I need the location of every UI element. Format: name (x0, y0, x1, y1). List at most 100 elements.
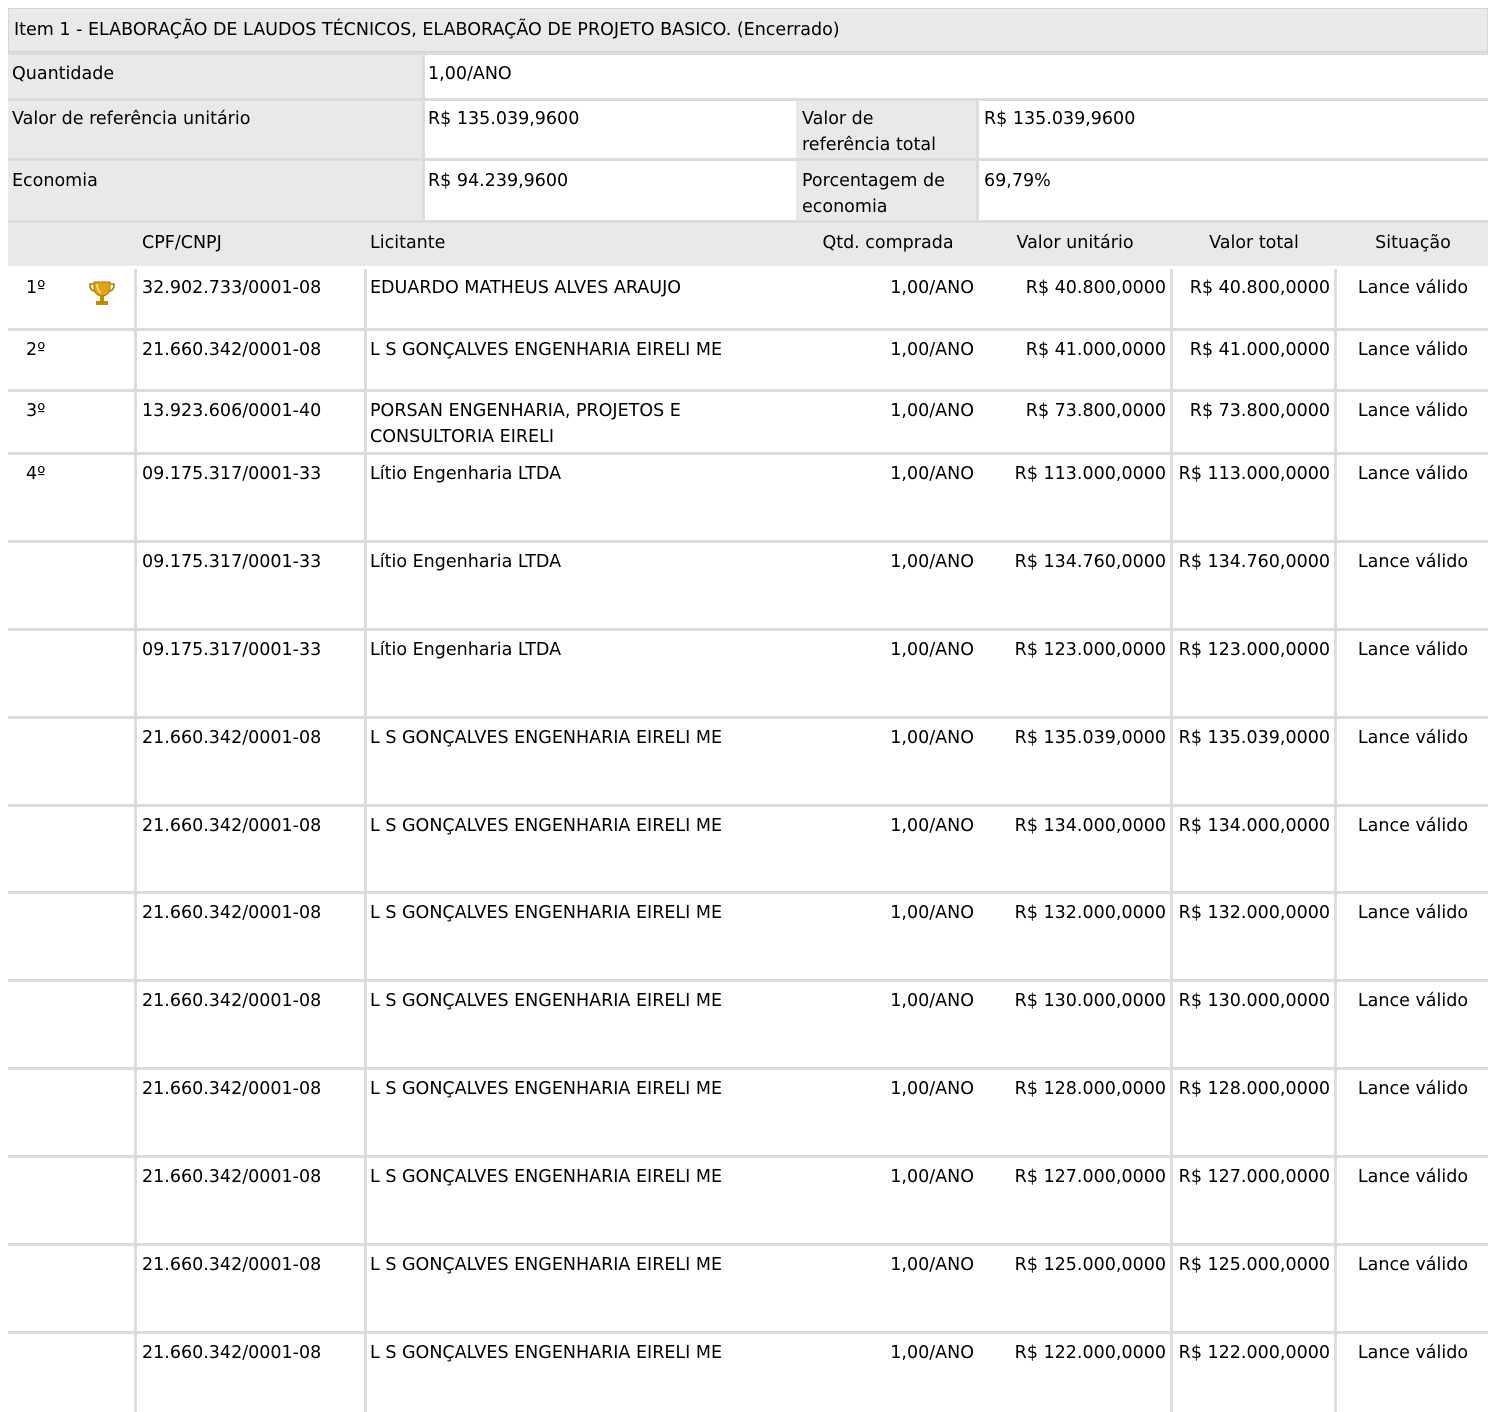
quantidade-value: 1,00/ANO (428, 64, 512, 84)
divider (364, 543, 367, 628)
licitante-cell: L S GONÇALVES ENGENHARIA EIRELI ME (370, 991, 723, 1011)
valor-unitario-cell: R$ 135.039,0000 (1014, 728, 1166, 748)
divider (1334, 543, 1337, 628)
situacao-cell: Lance válido (1357, 640, 1469, 660)
valor-unitario-cell: R$ 122.000,0000 (1014, 1343, 1166, 1363)
divider (134, 455, 137, 540)
divider (134, 392, 137, 452)
qtd-cell: 1,00/ANO (890, 728, 974, 748)
divider (422, 55, 425, 220)
situacao-cell: Lance válido (1357, 1079, 1469, 1099)
qtd-cell: 1,00/ANO (890, 1079, 974, 1099)
ref-total-value: R$ 135.039,9600 (984, 109, 1136, 129)
valor-total-cell: R$ 123.000,0000 (1178, 640, 1330, 660)
valor-total-cell: R$ 73.800,0000 (1189, 401, 1330, 421)
valor-unitario-cell: R$ 40.800,0000 (1025, 278, 1166, 298)
pct-value: 69,79% (984, 171, 1051, 191)
divider (8, 979, 1488, 982)
situacao-cell: Lance válido (1357, 1255, 1469, 1275)
divider (1170, 1070, 1173, 1155)
divider (1170, 392, 1173, 452)
divider (364, 894, 367, 979)
divider (134, 807, 137, 891)
cpf-cnpj-cell: 09.175.317/0001-33 (142, 552, 322, 572)
licitante-cell: EDUARDO MATHEUS ALVES ARAUJO (370, 278, 682, 298)
valor-unitario-cell: R$ 41.000,0000 (1025, 340, 1166, 360)
divider (134, 331, 137, 389)
licitante-cell: L S GONÇALVES ENGENHARIA EIRELI ME (370, 1167, 723, 1187)
divider (8, 1243, 1488, 1246)
licitante-cell: L S GONÇALVES ENGENHARIA EIRELI ME (370, 1255, 723, 1275)
divider (134, 631, 137, 716)
cpf-cnpj-cell: 21.660.342/0001-08 (142, 1167, 322, 1187)
divider (8, 452, 1488, 455)
situacao-cell: Lance válido (1357, 401, 1469, 421)
divider (364, 982, 367, 1067)
valor-total-cell: R$ 127.000,0000 (1178, 1167, 1330, 1187)
divider (1170, 982, 1173, 1067)
divider (134, 1334, 137, 1412)
valor-total-cell: R$ 128.000,0000 (1178, 1079, 1330, 1099)
divider (1170, 719, 1173, 804)
divider (1334, 269, 1337, 328)
ref-unit-label: Valor de referência unitário (12, 109, 251, 129)
valor-unitario-cell: R$ 73.800,0000 (1025, 401, 1166, 421)
situacao-cell: Lance válido (1357, 903, 1469, 923)
divider (8, 1067, 1488, 1070)
divider (364, 1158, 367, 1243)
qtd-cell: 1,00/ANO (890, 401, 974, 421)
valor-unitario-cell: R$ 134.000,0000 (1014, 816, 1166, 836)
quantidade-label: Quantidade (12, 64, 115, 84)
divider (1170, 1246, 1173, 1331)
divider (1334, 455, 1337, 540)
qtd-cell: 1,00/ANO (890, 1167, 974, 1187)
divider (1334, 392, 1337, 452)
valor-unitario-cell: R$ 113.000,0000 (1014, 464, 1166, 484)
divider (8, 804, 1488, 807)
ref-unit-value: R$ 135.039,9600 (428, 109, 580, 129)
divider (8, 389, 1488, 392)
valor-total-cell: R$ 41.000,0000 (1189, 340, 1330, 360)
divider (364, 1334, 367, 1412)
divider (1170, 269, 1173, 328)
divider (1170, 455, 1173, 540)
divider (1334, 982, 1337, 1067)
valor-total-cell: R$ 134.000,0000 (1178, 816, 1330, 836)
divider (134, 1158, 137, 1243)
valor-unitario-cell: R$ 130.000,0000 (1014, 991, 1166, 1011)
qtd-cell: 1,00/ANO (890, 340, 974, 360)
licitante-cell: L S GONÇALVES ENGENHARIA EIRELI ME (370, 903, 723, 923)
divider (364, 269, 367, 328)
divider (1334, 807, 1337, 891)
cpf-cnpj-cell: 13.923.606/0001-40 (142, 401, 322, 421)
divider (1170, 631, 1173, 716)
divider (364, 807, 367, 891)
item-title: Item 1 - ELABORAÇÃO DE LAUDOS TÉCNICOS, … (14, 20, 840, 40)
qtd-cell: 1,00/ANO (890, 1343, 974, 1363)
qtd-cell: 1,00/ANO (890, 464, 974, 484)
cpf-cnpj-cell: 32.902.733/0001-08 (142, 278, 322, 298)
situacao-cell: Lance válido (1357, 728, 1469, 748)
trophy-icon (88, 279, 116, 307)
divider (1334, 719, 1337, 804)
divider (1170, 894, 1173, 979)
cpf-cnpj-cell: 21.660.342/0001-08 (142, 728, 322, 748)
valor-total-cell: R$ 113.000,0000 (1178, 464, 1330, 484)
divider (134, 543, 137, 628)
qtd-cell: 1,00/ANO (890, 816, 974, 836)
divider (1334, 1246, 1337, 1331)
divider (364, 1246, 367, 1331)
situacao-cell: Lance válido (1357, 552, 1469, 572)
divider (1170, 807, 1173, 891)
rank-cell: 4º (26, 464, 46, 484)
divider (134, 1246, 137, 1331)
divider (1334, 1070, 1337, 1155)
divider (364, 719, 367, 804)
divider (134, 1070, 137, 1155)
cpf-cnpj-cell: 21.660.342/0001-08 (142, 340, 322, 360)
divider (1170, 331, 1173, 389)
situacao-cell: Lance válido (1357, 1167, 1469, 1187)
licitante-cell: Lítio Engenharia LTDA (370, 640, 562, 660)
divider (8, 1331, 1488, 1334)
divider (364, 631, 367, 716)
